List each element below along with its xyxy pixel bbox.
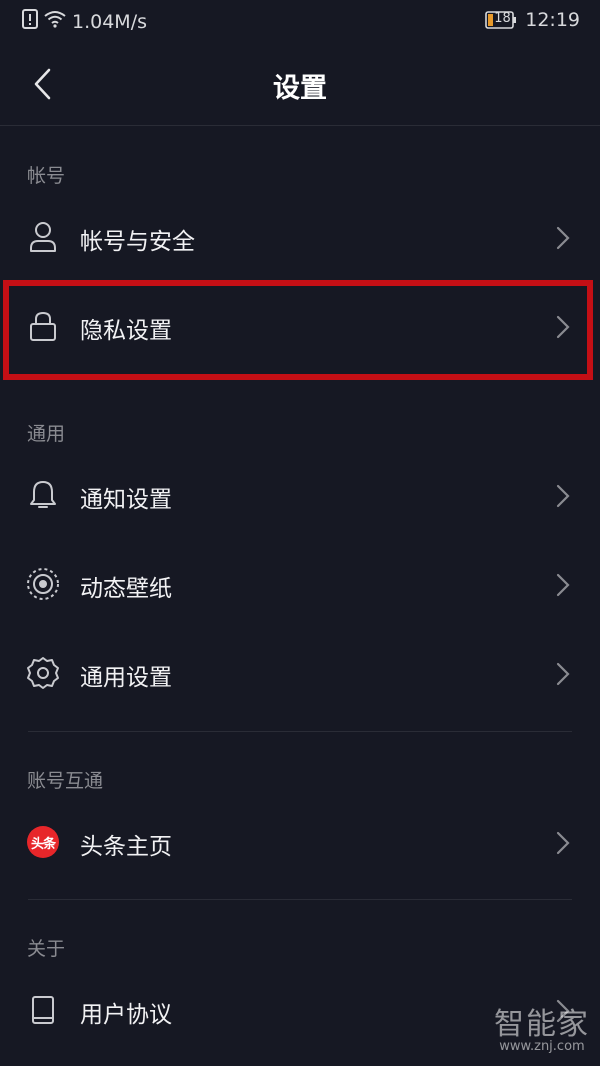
toutiao-logo-badge: 头条: [27, 826, 59, 858]
lock-icon: [26, 309, 60, 343]
gear-icon: [26, 656, 60, 690]
nav-bar: 设置: [0, 44, 600, 126]
sim-alert-icon: [22, 9, 38, 34]
row-general-settings[interactable]: 通用设置: [0, 634, 600, 714]
status-bar: 1.04M/s 18 12:19: [0, 0, 600, 44]
row-label: 头条主页: [80, 834, 172, 860]
status-left: 1.04M/s: [22, 9, 147, 34]
chevron-right-icon: [556, 226, 570, 250]
row-label: 隐私设置: [80, 318, 172, 344]
clock: 12:19: [525, 9, 580, 31]
row-live-wallpaper[interactable]: 动态壁纸: [0, 545, 600, 625]
row-label: 用户协议: [80, 1002, 172, 1028]
row-label: 动态壁纸: [80, 576, 172, 602]
section-header-about: 关于: [27, 938, 66, 960]
status-right: 18 12:19: [485, 9, 580, 31]
wifi-icon: [44, 10, 66, 33]
chevron-right-icon: [556, 484, 570, 508]
book-icon: [26, 993, 60, 1027]
bell-icon: [26, 478, 60, 512]
watermark: 智能家 www.znj.com: [494, 999, 590, 1054]
section-divider: [28, 899, 572, 900]
row-toutiao-homepage[interactable]: 头条 头条主页: [0, 803, 600, 883]
watermark-url: www.znj.com: [499, 1039, 585, 1054]
section-header-linked-accounts: 账号互通: [27, 770, 104, 792]
row-notification-settings[interactable]: 通知设置: [0, 456, 600, 536]
watermark-title: 智能家: [494, 1007, 590, 1042]
row-privacy-settings[interactable]: 隐私设置: [0, 287, 600, 367]
user-icon: [26, 220, 60, 254]
chevron-right-icon: [556, 662, 570, 686]
live-wallpaper-icon: [26, 567, 60, 601]
section-divider: [28, 731, 572, 732]
row-account-security[interactable]: 帐号与安全: [0, 198, 600, 278]
network-speed: 1.04M/s: [72, 10, 147, 33]
battery-icon: 18: [485, 11, 517, 29]
chevron-right-icon: [556, 315, 570, 339]
section-header-general: 通用: [27, 423, 66, 445]
row-label: 通知设置: [80, 487, 172, 513]
chevron-right-icon: [556, 831, 570, 855]
section-header-account: 帐号: [27, 165, 66, 187]
battery-level: 18: [494, 11, 511, 26]
page-title: 设置: [273, 73, 327, 104]
row-label: 通用设置: [80, 665, 172, 691]
chevron-right-icon: [556, 573, 570, 597]
toutiao-logo: 头条: [26, 825, 60, 859]
row-label: 帐号与安全: [80, 229, 195, 255]
